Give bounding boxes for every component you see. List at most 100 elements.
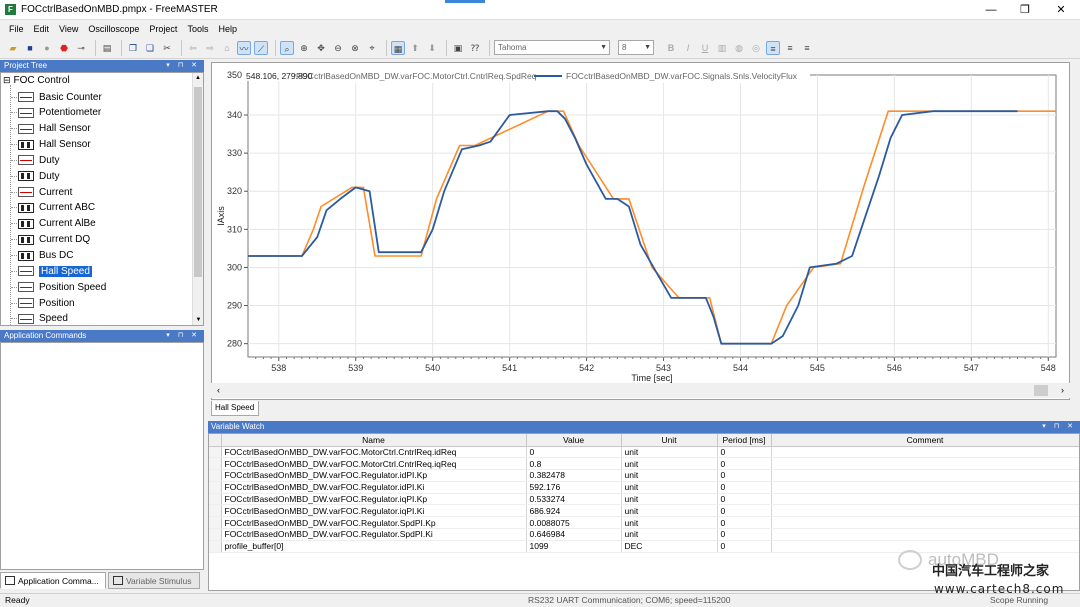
pane-pin-icon[interactable]: ▾ ⊓ ✕ xyxy=(166,60,200,72)
zoom-out-icon[interactable]: ⊖ xyxy=(331,41,345,55)
zoom-window-icon[interactable]: ⊗ xyxy=(348,41,362,55)
scroll-left-icon[interactable]: ‹ xyxy=(217,383,220,397)
oscilloscope-chart[interactable]: 280 290 300 310 320 330 340 350 538 539 540 541 542 5… xyxy=(212,63,1069,383)
key-icon[interactable]: ⊸ xyxy=(74,41,88,55)
oscilloscope-view[interactable]: 280 290 300 310 320 330 340 350 538 539 540 541 542 5… xyxy=(211,62,1070,400)
watch-cell-value[interactable]: 0.382478 xyxy=(526,469,622,482)
row-header[interactable] xyxy=(209,481,222,494)
plot-area[interactable] xyxy=(247,74,1057,358)
menu-view[interactable]: View xyxy=(54,24,83,34)
column-header-name[interactable]: Name xyxy=(221,434,527,447)
row-header[interactable] xyxy=(209,516,222,530)
tree-item[interactable]: Current xyxy=(11,185,72,199)
scope-horizontal-scrollbar[interactable]: ‹ › xyxy=(211,383,1070,398)
tree-item[interactable]: Bus DC xyxy=(11,249,73,263)
scope-scroll-thumb[interactable] xyxy=(1034,385,1048,396)
table-row[interactable]: FOCctrlBasedOnMBD_DW.varFOC.Regulator.id… xyxy=(209,469,1079,482)
tree-item[interactable]: Duty xyxy=(11,169,60,183)
back-arrow-icon[interactable]: ⇦ xyxy=(186,41,200,55)
table-row[interactable]: FOCctrlBasedOnMBD_DW.varFOC.Regulator.Sp… xyxy=(209,516,1079,530)
bold-icon[interactable]: B xyxy=(664,41,678,55)
open-icon[interactable]: ▰ xyxy=(6,41,20,55)
align-right-icon[interactable]: ≡ xyxy=(800,41,814,55)
forward-arrow-icon[interactable]: ⇨ xyxy=(203,41,217,55)
maximize-button[interactable]: ❐ xyxy=(1008,0,1042,20)
legend-entry[interactable]: FOCctrlBasedOnMBD_DW.varFOC.MotorCtrl.Cn… xyxy=(296,71,537,81)
row-header[interactable] xyxy=(209,540,222,553)
font-size-select[interactable]: 8 ▼ xyxy=(618,40,654,55)
tree-item[interactable]: Hall Speed xyxy=(11,264,92,278)
column-header-comment[interactable]: Comment xyxy=(771,434,1079,447)
row-header[interactable] xyxy=(209,457,222,471)
pan-icon[interactable]: ✥ xyxy=(314,41,328,55)
save-icon[interactable]: ■ xyxy=(23,41,37,55)
watch-cell-value[interactable]: 686.924 xyxy=(526,504,622,518)
grid-icon[interactable]: ▦ xyxy=(391,40,405,55)
row-header[interactable] xyxy=(209,469,222,482)
scroll-right-icon[interactable]: › xyxy=(1061,383,1064,397)
stop-icon[interactable]: ⬣ xyxy=(57,41,71,55)
scope-view-icon[interactable]: 〰 xyxy=(237,40,251,55)
web-icon[interactable]: ◎ xyxy=(749,41,763,55)
menu-file[interactable]: File xyxy=(4,24,29,34)
help-icon[interactable]: ⁇ xyxy=(468,41,482,55)
tree-item[interactable]: Current DQ xyxy=(11,233,90,247)
tree-item[interactable]: Potentiometer xyxy=(11,106,101,120)
menu-oscilloscope[interactable]: Oscilloscope xyxy=(83,24,144,34)
table-row[interactable]: FOCctrlBasedOnMBD_DW.varFOC.Regulator.iq… xyxy=(209,504,1079,518)
tree-item[interactable]: Speed xyxy=(11,312,68,325)
zoom-icon[interactable]: ⌕ xyxy=(280,40,294,55)
tree-scrollbar[interactable]: ▲ ▼ xyxy=(192,73,203,325)
move-down-icon[interactable]: ⬇ xyxy=(425,41,439,55)
column-header-unit[interactable]: Unit xyxy=(621,434,718,447)
table-row[interactable]: FOCctrlBasedOnMBD_DW.varFOC.Regulator.iq… xyxy=(209,493,1079,506)
home-icon[interactable]: ⌂ xyxy=(220,41,234,55)
scroll-down-icon[interactable]: ▼ xyxy=(193,315,203,325)
tree-item[interactable]: Current AlBe xyxy=(11,217,96,231)
globe-icon[interactable]: ◍ xyxy=(732,41,746,55)
column-header-value[interactable]: Value xyxy=(526,434,622,447)
close-button[interactable]: ✕ xyxy=(1044,0,1078,20)
paste-icon[interactable]: ❏ xyxy=(143,41,157,55)
align-left-icon[interactable]: ≡ xyxy=(766,40,780,55)
watch-cell-value[interactable]: 0.533274 xyxy=(526,493,622,506)
minimize-button[interactable]: — xyxy=(974,0,1008,20)
watch-cell-value[interactable]: 592.176 xyxy=(526,481,622,494)
row-header[interactable] xyxy=(209,493,222,506)
tree-item[interactable]: Current ABC xyxy=(11,201,95,215)
column-header-period[interactable]: Period [ms] xyxy=(717,434,772,447)
move-up-icon[interactable]: ⬆ xyxy=(408,41,422,55)
menu-edit[interactable]: Edit xyxy=(29,24,55,34)
zoom-fit-icon[interactable]: ⊕ xyxy=(297,41,311,55)
tab-variable-stimulus[interactable]: Variable Stimulus xyxy=(108,572,200,589)
row-header[interactable] xyxy=(209,528,222,541)
menu-project[interactable]: Project xyxy=(144,24,182,34)
menu-help[interactable]: Help xyxy=(213,24,242,34)
row-header[interactable] xyxy=(209,446,222,459)
align-center-icon[interactable]: ≡ xyxy=(783,41,797,55)
watch-cell-value[interactable]: 0.0088075 xyxy=(526,516,622,530)
pane-pin-icon[interactable]: ▾ ⊓ ✕ xyxy=(166,330,200,342)
cut-icon[interactable]: ✂ xyxy=(160,41,174,55)
scroll-up-icon[interactable]: ▲ xyxy=(193,73,203,83)
tree-item[interactable]: Hall Sensor xyxy=(11,138,91,152)
row-header[interactable] xyxy=(209,504,222,518)
tree-root[interactable]: ⊟ FOC Control xyxy=(3,75,70,86)
table-row[interactable]: FOCctrlBasedOnMBD_DW.varFOC.Regulator.Sp… xyxy=(209,528,1079,541)
tree-item[interactable]: Duty xyxy=(11,153,60,167)
cursor-icon[interactable]: ⌖ xyxy=(365,41,379,55)
tree-item[interactable]: Position xyxy=(11,296,75,310)
table-row[interactable]: FOCctrlBasedOnMBD_DW.varFOC.MotorCtrl.Cn… xyxy=(209,446,1079,459)
italic-icon[interactable]: I xyxy=(681,41,695,55)
tree-item[interactable]: Hall Sensor xyxy=(11,122,91,136)
options-icon[interactable]: ▣ xyxy=(451,41,465,55)
menu-tools[interactable]: Tools xyxy=(182,24,213,34)
legend-entry[interactable]: FOCctrlBasedOnMBD_DW.varFOC.Signals.Snls… xyxy=(566,71,798,81)
watch-cell-value[interactable]: 0.646984 xyxy=(526,528,622,541)
watch-cell-value[interactable]: 1099 xyxy=(526,540,622,553)
pane-pin-icon[interactable]: ▾ ⊓ ✕ xyxy=(1042,421,1076,433)
tree-item[interactable]: Position Speed xyxy=(11,280,106,294)
recorder-view-icon[interactable]: ⟋ xyxy=(254,40,268,55)
watch-cell-value[interactable]: 0.8 xyxy=(526,457,622,471)
tab-hall-speed[interactable]: Hall Speed xyxy=(211,401,259,416)
